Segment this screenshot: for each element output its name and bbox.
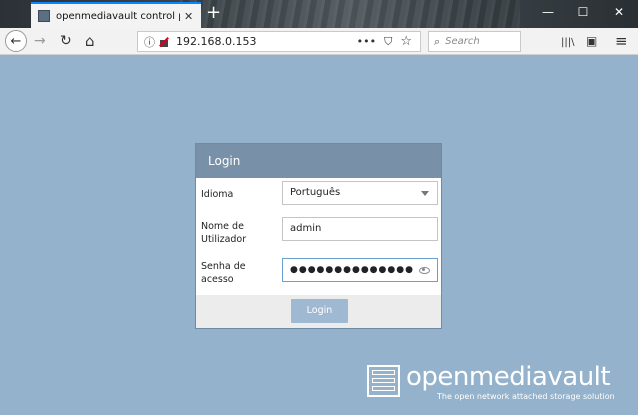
title-bar: openmediavault control panel ✕ + — ☐ ✕ [0,0,638,28]
language-value: Português [290,187,341,198]
back-button[interactable]: ← [5,30,27,52]
username-row: Nome de Utilizador admin [196,214,441,254]
login-panel: Login Idioma Português Nome de Utilizado… [195,143,442,329]
language-label: Idioma [201,189,234,200]
bookmark-star-icon[interactable]: ☆ [400,34,412,49]
tab-title: openmediavault control panel [56,10,180,22]
search-box[interactable]: ⌕ Search [428,31,521,52]
library-icon[interactable]: |||\ [561,34,574,52]
nav-bar: ← → ↻ ⌂ ⓘ 192.168.0.153 ••• ⛉ ☆ ⌕ Search… [0,28,638,55]
language-select[interactable]: Português [282,181,438,205]
sidebar-icon[interactable]: ▣ [586,32,597,50]
maximize-button[interactable]: ☐ [574,5,592,19]
panel-footer: Login [196,295,441,328]
server-bay [372,370,395,375]
username-label-line2: Utilizador [201,234,247,245]
chevron-down-icon[interactable] [421,190,429,196]
password-value: ●●●●●●●●●●●●●● [290,265,414,275]
pocket-icon[interactable]: ⛉ [384,35,392,49]
home-button[interactable]: ⌂ [85,32,95,50]
search-icon: ⌕ [434,34,441,48]
close-window-button[interactable]: ✕ [610,5,628,19]
password-label-line1: Senha de [201,261,246,272]
server-bay [372,378,395,383]
minimize-button[interactable]: — [539,5,557,19]
reload-button[interactable]: ↻ [60,32,72,50]
page-actions-icon[interactable]: ••• [357,35,376,48]
menu-icon[interactable]: ≡ [615,32,628,50]
eye-icon[interactable] [419,266,430,274]
new-tab-button[interactable]: + [206,4,221,22]
brand-name: openmediavault [406,362,611,392]
brand-logo: openmediavault The open network attached… [367,362,625,405]
server-bay [372,386,395,391]
app-window: openmediavault control panel ✕ + — ☐ ✕ ←… [0,0,638,415]
tab-close-icon[interactable]: ✕ [184,10,193,23]
panel-title: Login [196,144,441,178]
url-text[interactable]: 192.168.0.153 [176,35,357,48]
username-label-line1: Nome de [201,221,244,232]
page-content: Login Idioma Português Nome de Utilizado… [0,55,638,415]
search-input[interactable]: Search [445,36,480,47]
password-label: Senha de acesso [201,260,246,286]
login-button[interactable]: Login [291,299,348,323]
theme-background [180,0,520,28]
url-bar[interactable]: ⓘ 192.168.0.153 ••• ⛉ ☆ [137,31,421,52]
password-field[interactable]: ●●●●●●●●●●●●●● [282,258,438,282]
password-label-line2: acesso [201,274,234,285]
forward-button[interactable]: → [34,32,46,50]
info-icon[interactable]: ⓘ [144,34,155,50]
username-label: Nome de Utilizador [201,220,246,246]
page-favicon-icon [38,10,50,22]
brand-tagline: The open network attached storage soluti… [437,392,615,401]
password-row: Senha de acesso ●●●●●●●●●●●●●● [196,254,441,294]
language-row: Idioma Português [196,178,441,214]
server-icon [367,365,400,397]
insecure-lock-icon[interactable] [159,37,168,47]
username-field[interactable]: admin [282,217,438,241]
tab-openmediavault[interactable]: openmediavault control panel ✕ [31,2,201,28]
